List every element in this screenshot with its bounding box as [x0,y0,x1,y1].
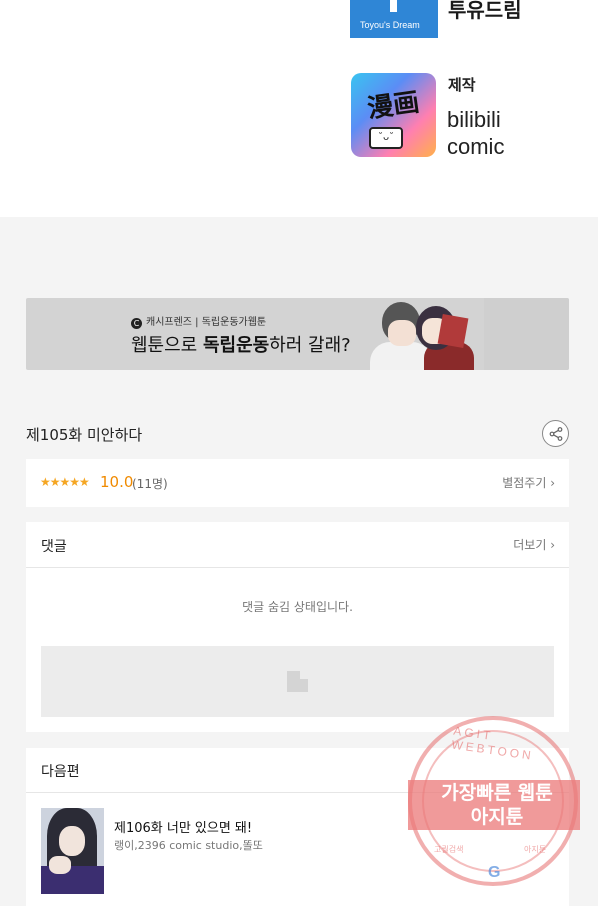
studio-name: 투유드림 [448,0,522,22]
image-placeholder-icon [287,671,308,692]
tv-icon: ˘ᴗ˘ [369,127,403,149]
comments-title: 댓글 [41,539,67,555]
credits-section: Toyou's Dream 투유드림 漫画 ˘ᴗ˘ 제작 bilibili co… [0,0,598,217]
stamp-line1: 가장빠른 웹툰 [441,782,553,804]
next-episode-title[interactable]: 제106화 너만 있으면 돼! [114,817,252,836]
comments-card: 댓글 더보기 › 댓글 숨김 상태입니다. [26,522,569,732]
cashfriends-icon: C [131,318,142,329]
google-icon: G [488,864,501,881]
toyou-dream-logo: Toyou's Dream [350,0,438,38]
rating-card: ★★★★★ 10.0 (11명) 별점주기 › [26,459,569,507]
episode-title: 제105화 미안하다 [26,426,143,444]
stamp-bottom-right: 아지툰 [524,845,547,854]
comments-header: 댓글 더보기 › [26,522,569,568]
give-rating-button[interactable]: 별점주기 › [502,474,555,491]
stamp-bottom-left: 고퀄검색 [434,845,464,854]
rating-score: 10.0 [100,473,134,491]
rating-stars: ★★★★★ [40,475,90,489]
comments-hidden-message: 댓글 숨김 상태입니다. [242,600,353,614]
banner-subtitle: C 캐시프렌즈 | 독립운동가웹툰 [131,313,266,329]
comments-more-button[interactable]: 더보기 › [513,536,555,553]
share-icon [549,427,563,441]
bilibili-comic-logo: 漫画 ˘ᴗ˘ [351,73,436,157]
promo-banner[interactable]: C 캐시프렌즈 | 독립운동가웹툰 웹툰으로 독립운동하러 갈래? [26,298,569,370]
publisher-name-line1: bilibili [447,107,501,132]
next-episode-heading: 다음편 [41,764,80,780]
production-label: 제작 [448,76,476,94]
logo-mark [390,0,397,12]
banner-illustration [364,298,484,370]
stamp-line2: 아지툰 [470,806,524,828]
next-episode-authors: 랭이,2396 comic studio,똘또 [114,839,263,852]
publisher-name-line2: comic [447,134,505,159]
banner-title: 웹툰으로 독립운동하러 갈래? [131,335,351,356]
toyou-logo-text: Toyou's Dream [360,20,420,30]
share-button[interactable] [542,420,569,447]
ad-placeholder [41,646,554,717]
next-episode-thumbnail[interactable] [41,808,104,894]
watermark-stamp: AGIT WEBTOON 가장빠른 웹툰 아지툰 고퀄검색 아지툰 G [408,716,580,886]
bili-logo-text: 漫画 [365,87,422,125]
rating-count: (11명) [132,477,168,491]
